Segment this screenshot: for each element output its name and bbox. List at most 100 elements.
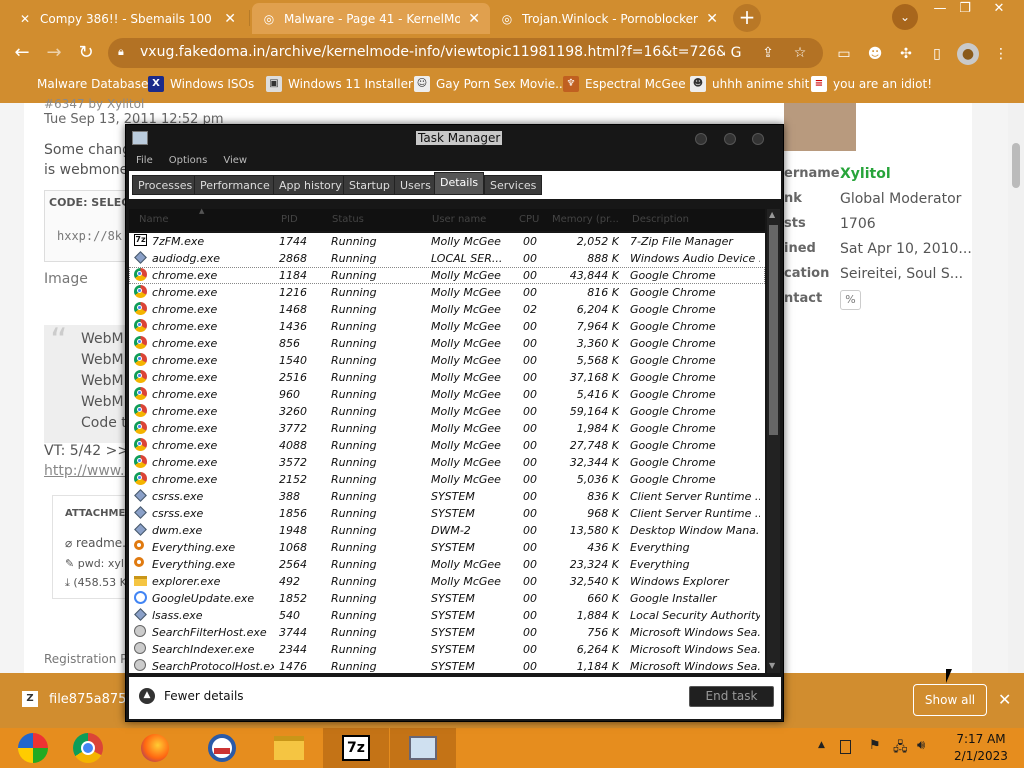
bookmark-windows-11-installer[interactable]: ▣ Windows 11 Installer (266, 72, 413, 96)
process-row[interactable]: chrome.exe 3260 Running Molly McGee 00 59,164… (129, 403, 765, 420)
column-user-name[interactable]: User name (432, 214, 486, 225)
process-row[interactable]: chrome.exe 1216 Running Molly McGee 00 816 K G… (129, 284, 765, 301)
menu-options[interactable]: Options (169, 155, 208, 169)
process-row[interactable]: explorer.exe 492 Running Molly McGee 00 32,54… (129, 573, 765, 590)
contact-link-icon[interactable]: % (840, 290, 861, 310)
column-description[interactable]: Description (632, 214, 689, 225)
close-tab-icon[interactable]: ✕ (224, 11, 236, 27)
tray-flag-icon[interactable]: ⚑ (869, 738, 881, 753)
extension-flag-icon[interactable]: ▭ (833, 43, 855, 65)
attachment-name[interactable]: readme. (76, 536, 126, 550)
process-row[interactable]: chrome.exe 1540 Running Molly McGee 00 5,568 … (129, 352, 765, 369)
tab-services[interactable]: Services (484, 175, 543, 195)
close-tab-icon[interactable]: ✕ (468, 11, 480, 27)
taskbar-file-explorer[interactable] (256, 728, 322, 768)
process-row[interactable]: chrome.exe 3772 Running Molly McGee 00 1,984 … (129, 420, 765, 437)
attachment-link[interactable]: ⌀ readme. (65, 536, 126, 550)
bookmark-you-are-an-idiot[interactable]: ≡ you are an idiot! (811, 72, 932, 96)
download-filename[interactable]: file875a875a (49, 692, 134, 707)
process-row[interactable]: SearchProtocolHost.exe 1476 Running SYSTEM 0… (129, 658, 765, 673)
process-row[interactable]: chrome.exe 1184 Running Molly McGee 00 43,844… (129, 267, 765, 284)
post-link[interactable]: http://www.vi (44, 463, 137, 479)
close-icon[interactable] (752, 133, 764, 145)
taskbar-7zip[interactable]: 7z (323, 728, 389, 768)
process-row[interactable]: chrome.exe 1436 Running Molly McGee 00 7,964 … (129, 318, 765, 335)
scroll-down-icon[interactable]: ▼ (769, 661, 775, 670)
scroll-up-icon[interactable]: ▲ (769, 210, 775, 219)
process-row[interactable]: chrome.exe 2152 Running Molly McGee 00 5,036 … (129, 471, 765, 488)
bookmark-espectral-mcgee[interactable]: ♆ Espectral McGee (563, 72, 686, 96)
tray-network-icon[interactable]: 🖧︎ (893, 738, 908, 760)
new-tab-button[interactable]: + (733, 4, 761, 32)
process-row[interactable]: chrome.exe 3572 Running Molly McGee 00 32,344… (129, 454, 765, 471)
google-lens-icon[interactable]: G (726, 43, 746, 63)
tray-device-icon[interactable] (840, 740, 851, 754)
extensions-puzzle-icon[interactable]: ✣ (895, 43, 917, 65)
process-row[interactable]: csrss.exe 1856 Running SYSTEM 00 968 K Client … (129, 505, 765, 522)
process-row[interactable]: 7z 7zFM.exe 1744 Running Molly McGee 00 2,052 … (129, 233, 765, 250)
process-row[interactable]: chrome.exe 960 Running Molly McGee 00 5,416 K… (129, 386, 765, 403)
taskbar-chrome[interactable] (55, 728, 121, 768)
process-row[interactable]: SearchIndexer.exe 2344 Running SYSTEM 00 6,26… (129, 641, 765, 658)
column-pid[interactable]: PID (281, 214, 298, 225)
fewer-details-link[interactable]: Fewer details (164, 689, 244, 703)
chevron-up-icon[interactable]: ▲ (139, 688, 155, 704)
page-scrollbar-thumb[interactable] (1012, 143, 1020, 188)
clock-date[interactable]: 2/1/2023 (946, 749, 1016, 763)
process-row[interactable]: chrome.exe 856 Running Molly McGee 00 3,360 K… (129, 335, 765, 352)
tab-startup[interactable]: Startup (343, 175, 396, 195)
profile-icon[interactable]: ● (957, 43, 979, 65)
process-row[interactable]: lsass.exe 540 Running SYSTEM 00 1,884 K Local … (129, 607, 765, 624)
close-tab-icon[interactable]: ✕ (706, 11, 718, 27)
star-icon[interactable]: ☆ (790, 43, 810, 63)
reload-icon[interactable]: ↻ (75, 43, 97, 63)
share-icon[interactable]: ⇪ (758, 43, 778, 63)
code-label[interactable]: CODE: SELEC (49, 196, 129, 209)
tab-malware[interactable]: ◎ Malware - Page 41 - KernelMode.i ✕ (252, 3, 490, 34)
tab-performance[interactable]: Performance (194, 175, 276, 195)
tab-details[interactable]: Details (434, 172, 485, 195)
menu-view[interactable]: View (223, 155, 247, 169)
bookmark-anime[interactable]: ☻ uhhh anime shit (690, 72, 809, 96)
tab-app-history[interactable]: App history (273, 175, 348, 195)
tab-users[interactable]: Users (394, 175, 437, 195)
process-row[interactable]: SearchFilterHost.exe 3744 Running SYSTEM 00 7… (129, 624, 765, 641)
process-row[interactable]: Everything.exe 2564 Running Molly McGee 00 23… (129, 556, 765, 573)
menu-file[interactable]: File (136, 155, 153, 169)
close-window-icon[interactable]: ✕ (987, 0, 1011, 18)
column-memory[interactable]: Memory (pr... (552, 214, 619, 225)
process-row[interactable]: chrome.exe 1468 Running Molly McGee 02 6,204 … (129, 301, 765, 318)
page-scrollbar[interactable] (1008, 103, 1024, 673)
forward-icon[interactable]: → (43, 43, 65, 63)
taskbar-task-manager[interactable] (390, 728, 456, 768)
process-row[interactable]: Everything.exe 1068 Running SYSTEM 00 436 K Ev… (129, 539, 765, 556)
restore-icon[interactable]: ❐ (953, 0, 977, 18)
tray-volume-icon[interactable]: 🔊︎ (917, 738, 925, 753)
tray-chevron-icon[interactable]: ▲ (818, 740, 825, 750)
process-row[interactable]: audiodg.exe 2868 Running LOCAL SER... 00 888 … (129, 250, 765, 267)
process-row[interactable]: chrome.exe 4088 Running Molly McGee 00 27,748… (129, 437, 765, 454)
profile-username[interactable]: Xylitol (840, 166, 891, 182)
column-cpu[interactable]: CPU (519, 214, 539, 225)
process-row[interactable]: csrss.exe 388 Running SYSTEM 00 836 K Client S… (129, 488, 765, 505)
process-row[interactable]: GoogleUpdate.exe 1852 Running SYSTEM 00 660 K… (129, 590, 765, 607)
process-row[interactable]: chrome.exe 2516 Running Molly McGee 00 37,168… (129, 369, 765, 386)
tab-compy[interactable]: ✕ Compy 386!! - Sbemails 100 - fla ✕ (8, 3, 246, 34)
minimize-icon[interactable] (695, 133, 707, 145)
bookmark-windows-isos[interactable]: X Windows ISOs (148, 72, 254, 96)
url-text[interactable]: vxug.fakedoma.in/archive/kernelmode-info… (140, 44, 725, 60)
end-task-button[interactable]: End task (689, 686, 774, 707)
minimize-icon[interactable]: — (928, 0, 952, 18)
bookmark-gay-porn[interactable]: ☺ Gay Porn Sex Movie... (414, 72, 567, 96)
process-row[interactable]: dwm.exe 1948 Running DWM-2 00 13,580 K Desktop… (129, 522, 765, 539)
extension-avatar-icon[interactable]: ☻ (864, 43, 886, 65)
taskbar-firefox[interactable] (122, 728, 188, 768)
clock-time[interactable]: 7:17 AM (946, 732, 1016, 746)
taskbar-app-obama[interactable] (189, 728, 255, 768)
tab-trojan[interactable]: ◎ Trojan.Winlock - Pornoblocker - P ✕ (490, 3, 728, 34)
close-download-bar-icon[interactable]: ✕ (998, 690, 1011, 709)
column-name[interactable]: Name (139, 214, 169, 225)
scrollbar-thumb[interactable] (769, 225, 778, 435)
back-icon[interactable]: ← (11, 43, 33, 63)
address-bar[interactable]: 🔒︎ vxug.fakedoma.in/archive/kernelmode-i… (108, 38, 823, 68)
